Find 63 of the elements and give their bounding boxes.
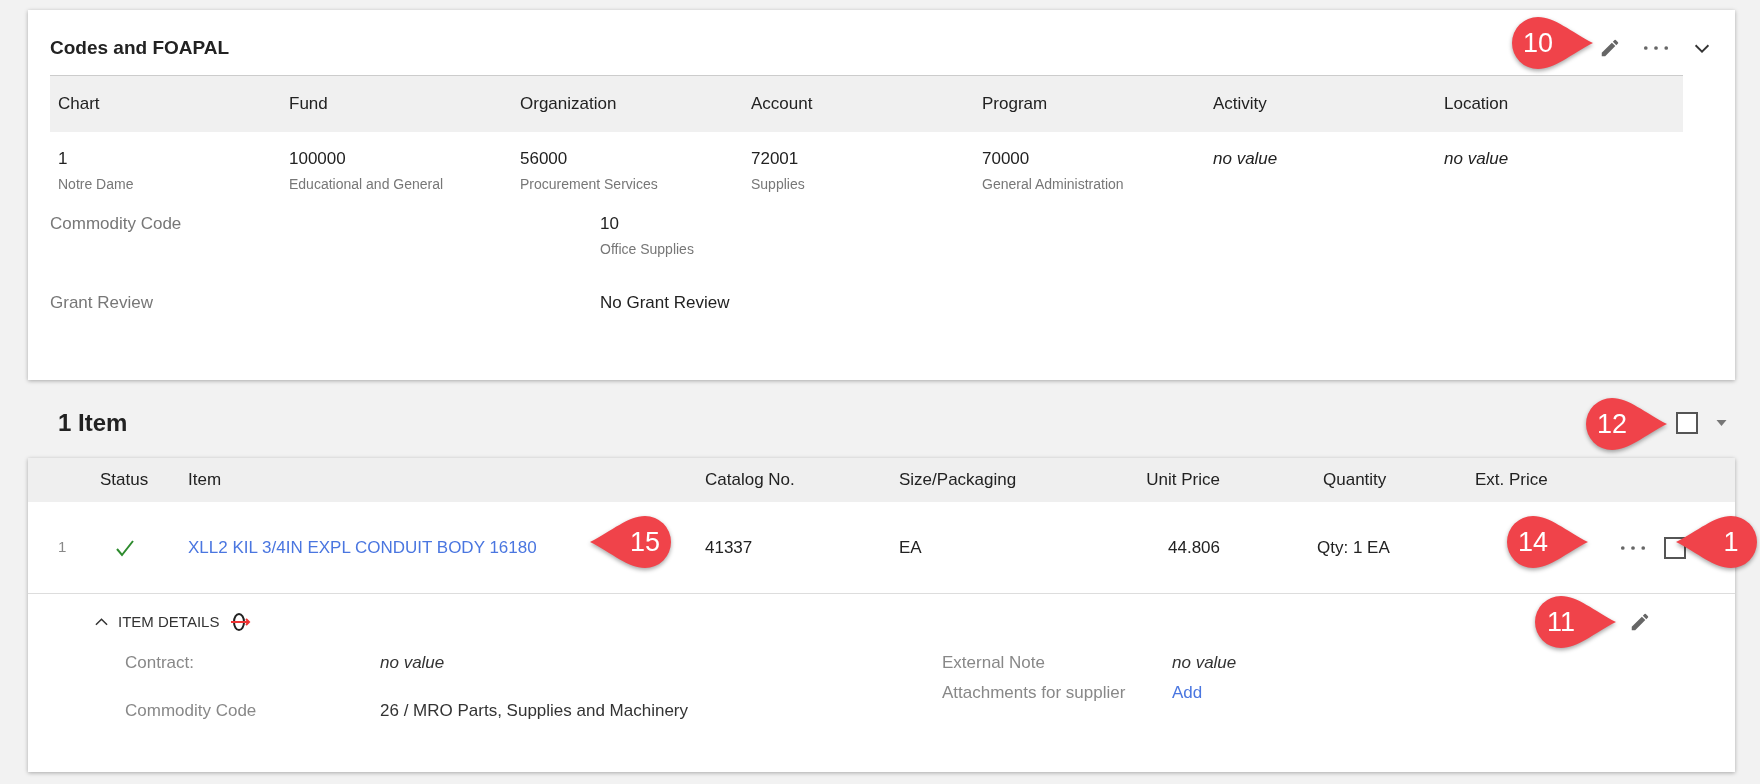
chevron-up-icon[interactable] bbox=[95, 618, 108, 626]
more-options-icon[interactable] bbox=[1620, 544, 1646, 551]
detail-value: no value bbox=[1172, 653, 1237, 672]
code-description: Supplies bbox=[751, 174, 806, 194]
detail-value: 26 / MRO Parts, Supplies and Machinery bbox=[380, 700, 689, 720]
column-header: Catalog No. bbox=[704, 469, 796, 492]
field-value: No Grant Review bbox=[600, 292, 731, 314]
add-link[interactable]: Add bbox=[1172, 682, 1203, 702]
column-header: Ext. Price bbox=[1474, 469, 1549, 492]
pencil-icon[interactable] bbox=[1629, 611, 1651, 633]
table-cell-text: 44.806 bbox=[1167, 536, 1220, 559]
select-all-checkbox[interactable] bbox=[1676, 412, 1698, 434]
code-description: Notre Dame bbox=[58, 174, 135, 194]
column-header: Item bbox=[187, 469, 223, 492]
column-header: Program bbox=[981, 93, 1049, 116]
item-link[interactable]: XLL2 KIL 3/4IN EXPL CONDUIT BODY 16180 bbox=[188, 534, 537, 561]
field-label: Grant Review bbox=[50, 292, 154, 314]
column-header: Fund bbox=[288, 93, 329, 116]
detail-value: no value bbox=[380, 653, 445, 672]
column-header: Location bbox=[1443, 93, 1510, 116]
callout-marker: 10 bbox=[1509, 14, 1595, 72]
callout-marker: 14 bbox=[1504, 513, 1590, 571]
code-value: 56000 bbox=[520, 148, 569, 170]
code-value: 70000 bbox=[982, 148, 1031, 170]
callout-marker: 15 bbox=[588, 513, 674, 571]
column-header: Activity bbox=[1212, 93, 1268, 116]
table-cell-text: Qty: 1 EA bbox=[1316, 536, 1391, 559]
code-value: no value bbox=[1444, 148, 1510, 170]
column-header: Status bbox=[99, 469, 150, 492]
eye-arrow-icon bbox=[229, 611, 252, 633]
field-description: Office Supplies bbox=[600, 240, 695, 259]
code-value: 1 bbox=[58, 148, 69, 170]
code-description: Educational and General bbox=[289, 174, 445, 194]
code-value: no value bbox=[1213, 148, 1279, 170]
table-cell-text: 41337 bbox=[704, 536, 754, 559]
column-header: Account bbox=[750, 93, 814, 116]
column-header: Quantity bbox=[1322, 469, 1388, 492]
detail-label: Commodity Code bbox=[125, 699, 258, 722]
code-description: General Administration bbox=[982, 174, 1125, 194]
column-header: Organization bbox=[519, 93, 618, 116]
card-title: Codes and FOAPAL bbox=[50, 35, 230, 60]
field-value: 10 bbox=[600, 212, 620, 235]
callout-marker: 12 bbox=[1583, 395, 1669, 453]
callout-marker: 11 bbox=[1532, 593, 1618, 651]
column-header: Size/Packaging bbox=[898, 469, 1018, 492]
detail-label: External Note bbox=[942, 652, 1046, 674]
column-header: Unit Price bbox=[1145, 469, 1220, 492]
detail-label: Contract: bbox=[125, 652, 195, 674]
code-value: 100000 bbox=[289, 148, 347, 170]
row-checkbox[interactable] bbox=[1664, 536, 1686, 559]
caret-down-icon[interactable] bbox=[1716, 420, 1727, 426]
more-options-icon[interactable] bbox=[1643, 45, 1669, 51]
field-label: Commodity Code bbox=[50, 212, 183, 235]
code-value: 72001 bbox=[751, 148, 800, 170]
callout-marker: 1 bbox=[1674, 513, 1760, 571]
item-details-toggle[interactable]: ITEM DETAILS bbox=[95, 610, 220, 634]
code-description: Procurement Services bbox=[520, 174, 659, 194]
table-cell-text: EA bbox=[898, 536, 923, 559]
detail-label: Attachments for supplier bbox=[942, 681, 1127, 704]
row-number: 1 bbox=[57, 537, 68, 558]
pencil-icon[interactable] bbox=[1599, 37, 1621, 59]
column-header: Chart bbox=[57, 93, 101, 116]
section-title: 1 Item bbox=[58, 408, 128, 438]
